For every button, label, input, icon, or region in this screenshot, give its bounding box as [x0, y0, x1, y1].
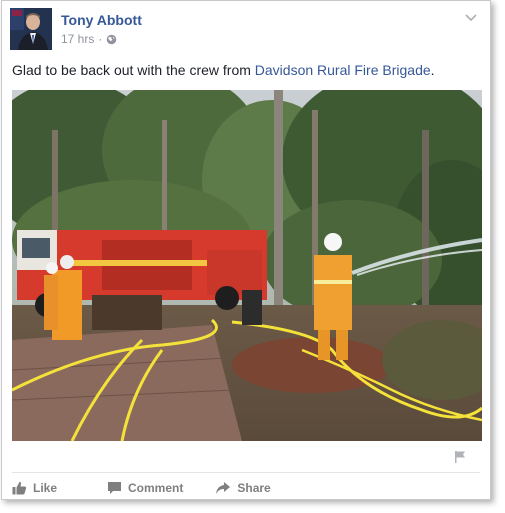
like-button[interactable]: Like — [12, 481, 57, 495]
comment-button[interactable]: Comment — [107, 481, 183, 495]
share-button[interactable]: Share — [215, 481, 271, 495]
flag-icon[interactable] — [453, 450, 467, 464]
speech-bubble-icon — [107, 481, 122, 495]
post-card: Tony Abbott 17 hrs · Glad to be back out… — [1, 0, 491, 500]
post-actions: Like Comment Share — [12, 479, 271, 497]
meta-separator: · — [98, 32, 103, 46]
chevron-down-icon[interactable] — [464, 10, 478, 22]
post-timestamp[interactable]: 17 hrs — [61, 32, 94, 46]
share-arrow-icon — [215, 481, 231, 495]
post-meta: 17 hrs · — [61, 32, 117, 46]
post-text-end: . — [430, 62, 435, 78]
brigade-link[interactable]: Davidson Rural Fire Brigade — [255, 62, 431, 78]
share-label: Share — [237, 481, 271, 495]
post-text: Glad to be back out with the crew from D… — [12, 62, 435, 78]
thumbs-up-icon — [12, 481, 27, 495]
globe-icon — [106, 34, 117, 45]
author-avatar[interactable] — [10, 8, 52, 50]
actions-divider — [12, 472, 480, 473]
post-text-start: Glad to be back out with the crew from — [12, 62, 255, 78]
comment-label: Comment — [128, 481, 184, 495]
like-label: Like — [33, 481, 58, 495]
post-photo[interactable] — [12, 90, 482, 441]
author-name[interactable]: Tony Abbott — [61, 12, 142, 28]
